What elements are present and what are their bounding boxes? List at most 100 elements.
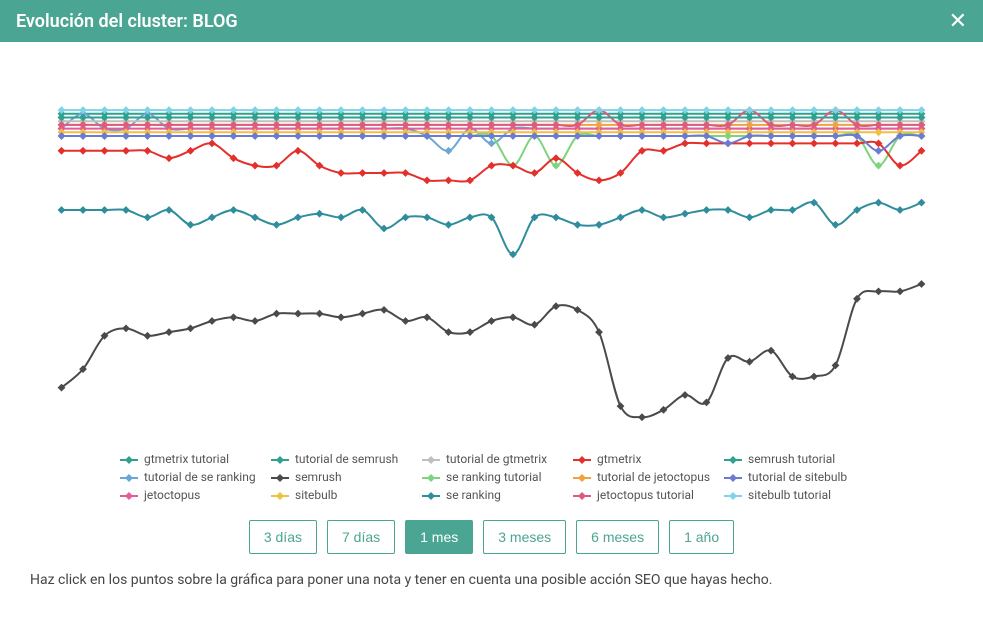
series-point[interactable] (596, 329, 602, 335)
series-point[interactable] (488, 140, 494, 146)
series-point[interactable] (166, 207, 172, 213)
series-point[interactable] (703, 140, 709, 146)
series-point[interactable] (703, 207, 709, 213)
series-point[interactable] (746, 359, 752, 365)
legend-item[interactable]: sitebulb tutorial (724, 488, 863, 502)
range-button[interactable]: 3 meses (483, 520, 566, 554)
series-point[interactable] (682, 211, 688, 217)
series-point[interactable] (273, 310, 279, 316)
series-point[interactable] (918, 199, 924, 205)
legend-item[interactable]: tutorial de sitebulb (724, 470, 863, 484)
range-button[interactable]: 3 días (249, 520, 317, 554)
series-point[interactable] (875, 199, 881, 205)
series-point[interactable] (875, 162, 881, 168)
series-point[interactable] (209, 140, 215, 146)
series-point[interactable] (660, 148, 666, 154)
series-point[interactable] (639, 414, 645, 420)
range-button[interactable]: 6 meses (576, 520, 659, 554)
legend-item[interactable]: tutorial de jetoctopus (573, 470, 712, 484)
legend-item[interactable]: tutorial de semrush (271, 452, 410, 466)
series-point[interactable] (445, 177, 451, 183)
legend-item[interactable]: tutorial de se ranking (120, 470, 259, 484)
series-point[interactable] (531, 322, 537, 328)
series-point[interactable] (811, 140, 817, 146)
series-point[interactable] (295, 148, 301, 154)
range-button[interactable]: 1 año (669, 520, 734, 554)
evolution-chart[interactable] (30, 52, 953, 442)
series-point[interactable] (58, 148, 64, 154)
series-point[interactable] (144, 333, 150, 339)
series-point[interactable] (531, 170, 537, 176)
series-point[interactable] (166, 329, 172, 335)
series-point[interactable] (682, 392, 688, 398)
series-point[interactable] (338, 170, 344, 176)
series-point[interactable] (596, 222, 602, 228)
series-point[interactable] (574, 222, 580, 228)
series-point[interactable] (445, 329, 451, 335)
series-point[interactable] (144, 148, 150, 154)
series-point[interactable] (746, 214, 752, 220)
series-point[interactable] (789, 140, 795, 146)
series-point[interactable] (596, 177, 602, 183)
legend-item[interactable]: gtmetrix (573, 452, 712, 466)
series-point[interactable] (187, 325, 193, 331)
legend-item[interactable]: semrush tutorial (724, 452, 863, 466)
series-point[interactable] (660, 214, 666, 220)
series-point[interactable] (316, 211, 322, 217)
series-point[interactable] (488, 318, 494, 324)
series-point[interactable] (467, 177, 473, 183)
series-point[interactable] (488, 162, 494, 168)
series-point[interactable] (338, 214, 344, 220)
series-point[interactable] (209, 318, 215, 324)
series-point[interactable] (768, 207, 774, 213)
series-point[interactable] (897, 207, 903, 213)
series-point[interactable] (80, 148, 86, 154)
legend-item[interactable]: jetoctopus tutorial (573, 488, 712, 502)
legend-item[interactable]: jetoctopus (120, 488, 259, 502)
series-point[interactable] (746, 140, 752, 146)
series-point[interactable] (725, 207, 731, 213)
series-point[interactable] (875, 288, 881, 294)
series-point[interactable] (381, 307, 387, 313)
series-point[interactable] (467, 214, 473, 220)
series-point[interactable] (811, 373, 817, 379)
series-point[interactable] (553, 214, 559, 220)
series-point[interactable] (897, 162, 903, 168)
series-point[interactable] (402, 214, 408, 220)
series-point[interactable] (316, 310, 322, 316)
series-point[interactable] (252, 318, 258, 324)
series-point[interactable] (875, 148, 881, 154)
series-point[interactable] (918, 281, 924, 287)
series-point[interactable] (123, 207, 129, 213)
legend-item[interactable]: tutorial de gtmetrix (422, 452, 561, 466)
series-point[interactable] (402, 318, 408, 324)
series-point[interactable] (101, 148, 107, 154)
series-point[interactable] (359, 310, 365, 316)
series-point[interactable] (467, 329, 473, 335)
series-point[interactable] (144, 214, 150, 220)
legend-item[interactable]: semrush (271, 470, 410, 484)
series-point[interactable] (510, 314, 516, 320)
series-point[interactable] (187, 222, 193, 228)
series-point[interactable] (445, 222, 451, 228)
series-point[interactable] (424, 214, 430, 220)
series-point[interactable] (295, 214, 301, 220)
series-point[interactable] (273, 222, 279, 228)
series-point[interactable] (166, 155, 172, 161)
series-point[interactable] (209, 214, 215, 220)
series-point[interactable] (381, 170, 387, 176)
range-button[interactable]: 1 mes (405, 520, 473, 554)
series-point[interactable] (617, 214, 623, 220)
legend-item[interactable]: se ranking (422, 488, 561, 502)
series-point[interactable] (402, 170, 408, 176)
series-point[interactable] (768, 140, 774, 146)
series-point[interactable] (424, 314, 430, 320)
series-point[interactable] (789, 207, 795, 213)
series-point[interactable] (80, 207, 86, 213)
series-point[interactable] (682, 140, 688, 146)
series-point[interactable] (252, 214, 258, 220)
series-point[interactable] (381, 225, 387, 231)
series-point[interactable] (58, 207, 64, 213)
range-button[interactable]: 7 días (327, 520, 395, 554)
series-point[interactable] (639, 207, 645, 213)
